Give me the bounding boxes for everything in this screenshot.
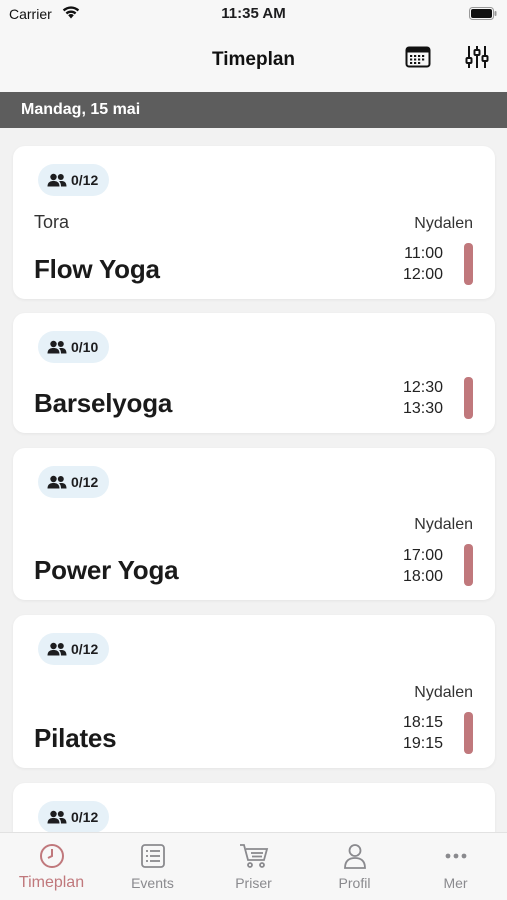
end-time: 19:15 bbox=[402, 735, 443, 752]
date-section-header: Mandag, 15 mai bbox=[0, 92, 507, 128]
capacity-text: 0/12 bbox=[71, 809, 99, 825]
class-color-bar bbox=[464, 544, 473, 586]
cart-icon bbox=[203, 843, 304, 869]
tab-priser[interactable]: Priser bbox=[203, 833, 304, 900]
tab-events[interactable]: Events bbox=[102, 833, 203, 900]
more-icon bbox=[405, 843, 506, 869]
class-color-bar bbox=[464, 712, 473, 754]
tab-label: Mer bbox=[443, 875, 468, 891]
tab-label: Timeplan bbox=[18, 874, 85, 891]
tab-profil[interactable]: Profil bbox=[304, 833, 405, 900]
location-label: Nydalen bbox=[414, 516, 473, 533]
list-icon bbox=[102, 843, 203, 869]
class-name: Power Yoga bbox=[34, 555, 179, 585]
class-times: 11:00 12:00 bbox=[403, 243, 443, 285]
tab-label: Priser bbox=[235, 875, 272, 891]
people-icon bbox=[47, 475, 67, 489]
sliders-icon bbox=[464, 44, 490, 75]
calendar-icon bbox=[405, 45, 431, 74]
class-list[interactable]: 0/12 Tora Nydalen Flow Yoga 11:00 12:00 … bbox=[0, 128, 507, 832]
start-time: 11:00 bbox=[404, 245, 443, 262]
tab-label: Events bbox=[131, 875, 174, 891]
location-label: Nydalen bbox=[414, 684, 473, 701]
end-time: 18:00 bbox=[402, 568, 443, 585]
class-name: Flow Yoga bbox=[34, 254, 160, 284]
class-color-bar bbox=[464, 243, 473, 285]
person-icon bbox=[304, 843, 405, 869]
class-card-power-yoga[interactable]: 0/12 Nydalen Power Yoga 17:00 18:00 bbox=[13, 448, 495, 600]
capacity-text: 0/10 bbox=[71, 339, 99, 355]
class-card-flow-yoga[interactable]: 0/12 Tora Nydalen Flow Yoga 11:00 12:00 bbox=[13, 146, 495, 299]
location-label: Nydalen bbox=[414, 215, 473, 232]
capacity-badge: 0/10 bbox=[38, 331, 110, 363]
capacity-text: 0/12 bbox=[71, 474, 99, 490]
instructor-name: Tora bbox=[34, 212, 70, 232]
nav-bar: Timeplan bbox=[0, 30, 507, 92]
status-bar: Carrier 11:35 AM bbox=[0, 0, 507, 30]
tab-timeplan[interactable]: Timeplan bbox=[1, 833, 102, 900]
people-icon bbox=[47, 810, 67, 824]
capacity-text: 0/12 bbox=[71, 641, 99, 657]
start-time: 18:15 bbox=[402, 714, 443, 731]
class-name: Pilates bbox=[34, 723, 117, 753]
capacity-text: 0/12 bbox=[71, 172, 99, 188]
filter-button[interactable] bbox=[462, 44, 492, 74]
capacity-badge: 0/12 bbox=[38, 466, 110, 498]
capacity-badge: 0/12 bbox=[38, 801, 110, 832]
tab-mer[interactable]: Mer bbox=[405, 833, 506, 900]
start-time: 17:00 bbox=[402, 547, 443, 564]
clock-icon bbox=[1, 843, 102, 869]
people-icon bbox=[47, 173, 67, 187]
end-time: 13:30 bbox=[402, 400, 443, 417]
people-icon bbox=[47, 642, 67, 656]
people-icon bbox=[47, 340, 67, 354]
class-name: Barselyoga bbox=[34, 388, 173, 418]
end-time: 12:00 bbox=[402, 266, 443, 283]
tab-label: Profil bbox=[338, 875, 371, 891]
class-times: 12:30 13:30 bbox=[403, 377, 443, 419]
battery-icon bbox=[469, 7, 497, 24]
status-time: 11:35 AM bbox=[221, 5, 286, 22]
class-color-bar bbox=[464, 377, 473, 419]
class-times: 17:00 18:00 bbox=[403, 545, 443, 587]
class-card[interactable]: 0/12 bbox=[13, 783, 495, 832]
class-card-barselyoga[interactable]: 0/10 Barselyoga 12:30 13:30 bbox=[13, 313, 495, 433]
capacity-badge: 0/12 bbox=[38, 164, 110, 196]
class-card-pilates[interactable]: 0/12 Nydalen Pilates 18:15 19:15 bbox=[13, 615, 495, 768]
capacity-badge: 0/12 bbox=[38, 633, 110, 665]
tab-bar: Timeplan Events Priser Profil Mer bbox=[0, 832, 507, 900]
calendar-button[interactable] bbox=[403, 44, 433, 74]
class-times: 18:15 19:15 bbox=[403, 712, 443, 754]
start-time: 12:30 bbox=[402, 379, 443, 396]
